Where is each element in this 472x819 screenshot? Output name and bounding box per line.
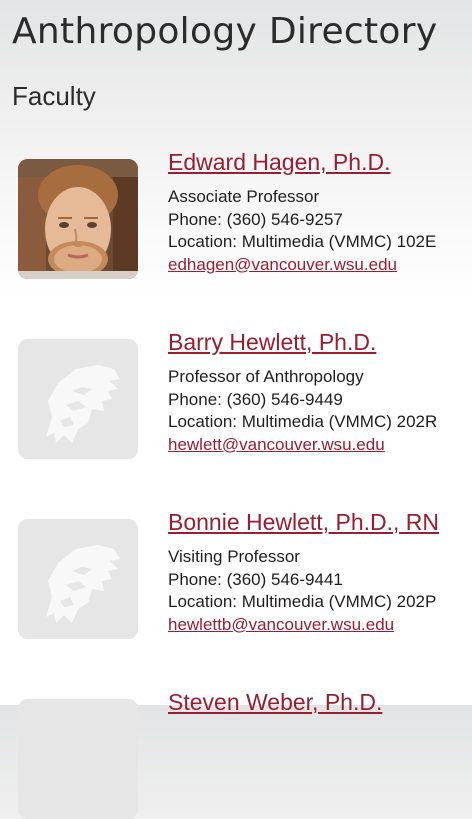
faculty-photo-placeholder[interactable]: [18, 699, 138, 819]
faculty-location: Location: Multimedia (VMMC) 202R: [168, 412, 438, 431]
faculty-email-link[interactable]: hewlettb@vancouver.wsu.edu: [168, 614, 394, 637]
faculty-email-link[interactable]: edhagen@vancouver.wsu.edu: [168, 254, 397, 277]
section-title-faculty: Faculty: [12, 81, 96, 111]
faculty-name-link[interactable]: Edward Hagen, Ph.D.: [168, 146, 472, 178]
faculty-entry: Barry Hewlett, Ph.D. Professor of Anthro…: [0, 325, 472, 459]
faculty-photo-placeholder[interactable]: [18, 339, 138, 459]
faculty-entry: Bonnie Hewlett, Ph.D., RN Visiting Profe…: [0, 505, 472, 639]
wsu-cougar-logo-icon: [18, 519, 138, 639]
faculty-title: Associate Professor: [168, 187, 320, 206]
faculty-location: Location: Multimedia (VMMC) 202P: [168, 592, 437, 611]
faculty-name-link[interactable]: Steven Weber, Ph.D.: [168, 686, 472, 718]
faculty-title: Professor of Anthropology: [168, 367, 364, 386]
faculty-phone: Phone: (360) 546-9257: [168, 209, 343, 229]
faculty-entry: Edward Hagen, Ph.D. Associate Professor …: [0, 145, 472, 279]
faculty-location: Location: Multimedia (VMMC) 102E: [168, 232, 437, 251]
faculty-photo-placeholder[interactable]: [18, 519, 138, 639]
faculty-phone: Phone: (360) 546-9441: [168, 569, 343, 589]
portrait-photo-icon: [18, 159, 138, 279]
faculty-photo[interactable]: [18, 159, 138, 279]
faculty-name-link[interactable]: Barry Hewlett, Ph.D.: [168, 326, 472, 358]
wsu-cougar-logo-icon: [18, 339, 138, 459]
faculty-name-link[interactable]: Bonnie Hewlett, Ph.D., RN: [168, 506, 472, 538]
wsu-cougar-logo-icon: [18, 699, 138, 819]
page-title: Anthropology Directory: [12, 11, 438, 52]
faculty-phone: Phone: (360) 546-9449: [168, 389, 343, 409]
faculty-email-link[interactable]: hewlett@vancouver.wsu.edu: [168, 434, 385, 457]
faculty-title: Visiting Professor: [168, 547, 300, 566]
